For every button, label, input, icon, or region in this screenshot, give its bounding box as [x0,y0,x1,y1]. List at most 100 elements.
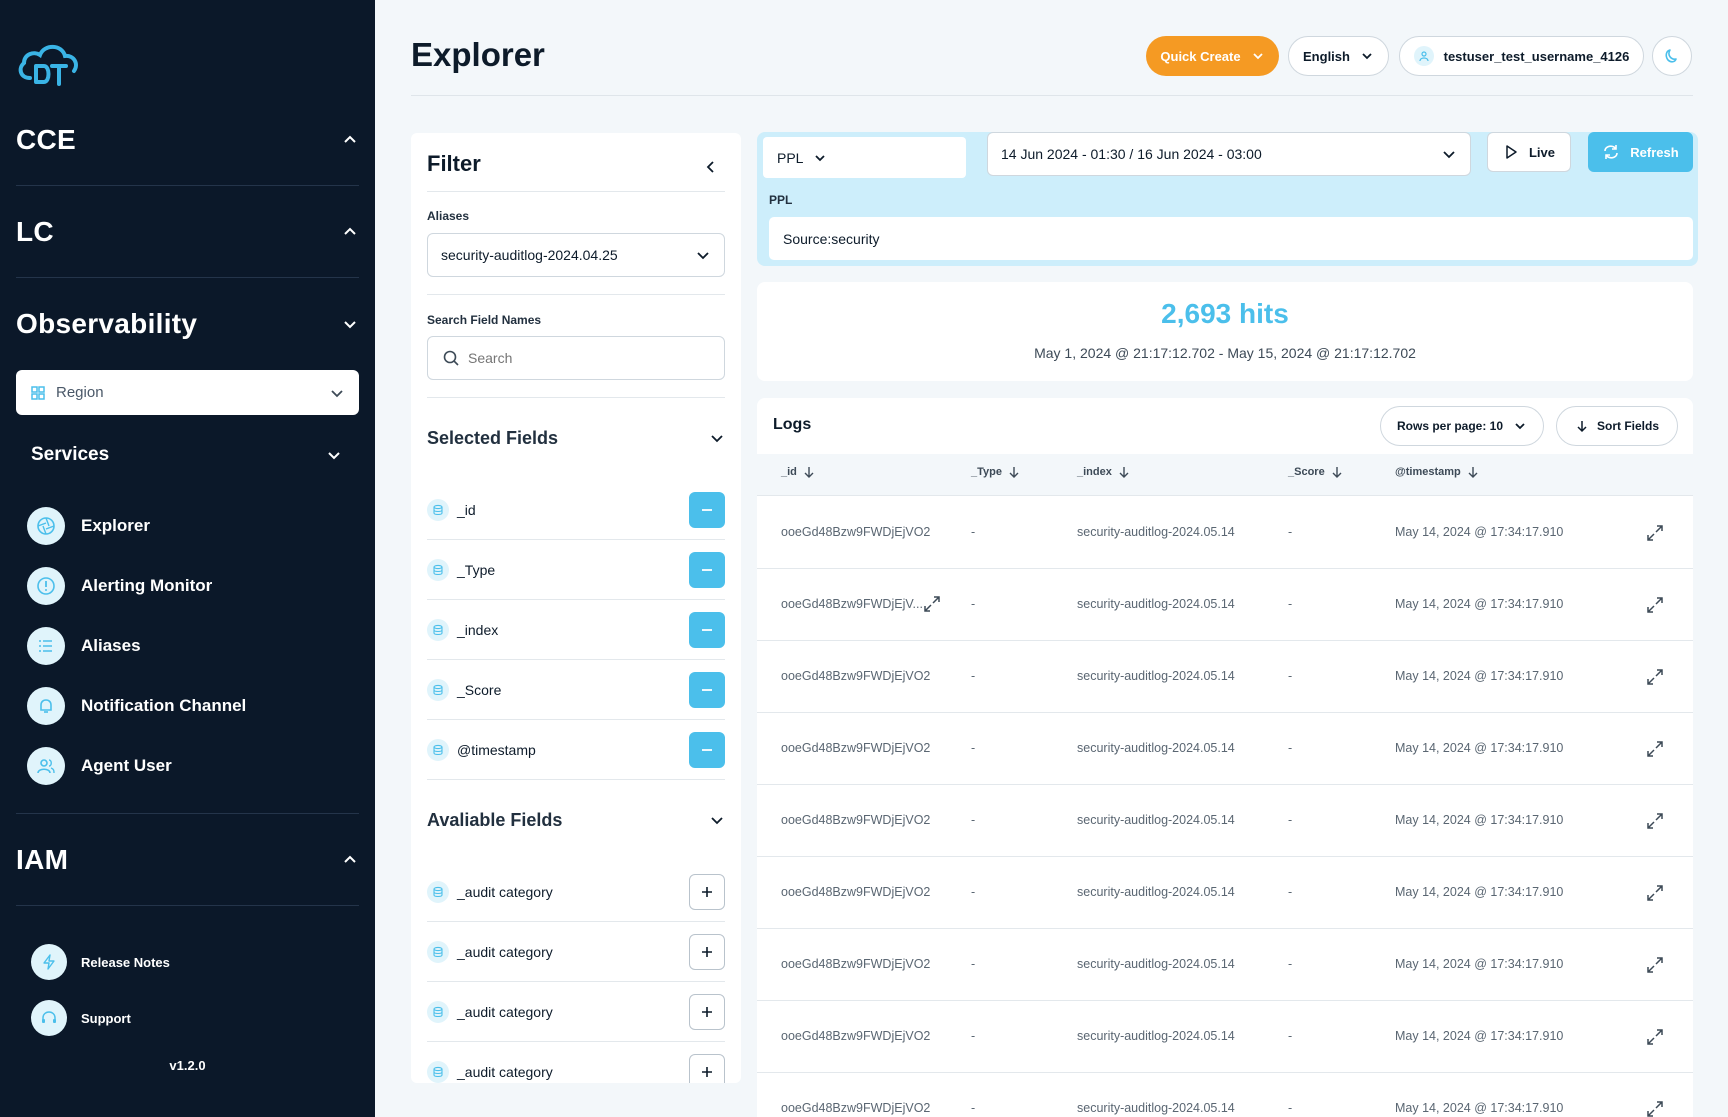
expand-row-icon[interactable] [1646,524,1664,542]
section-cce[interactable]: CCE [16,94,359,186]
ppl-query-input[interactable]: Source:security [769,217,1693,260]
remove-field-button[interactable] [689,731,725,768]
release-notes-link[interactable]: Release Notes [31,943,170,981]
cell-score: - [1288,741,1293,755]
chevron-left-icon[interactable] [701,157,721,177]
hits-range: May 1, 2024 @ 21:17:12.702 - May 15, 202… [1034,345,1416,361]
sidebar-item-label: Alerting Monitor [81,576,213,595]
rows-per-page-select[interactable]: Rows per page: 10 [1380,406,1544,446]
arrow-down-icon [1119,467,1129,478]
table-row: ooeGd48Bzw9FWDjEjV... - security-auditlog-… [757,569,1693,641]
cloud-logo-icon [18,44,78,86]
column-header-index[interactable]: _index [1077,466,1130,478]
region-placeholder: Region [56,384,104,401]
field-name: _audit category [457,1003,553,1020]
support-link[interactable]: Support [31,999,131,1037]
table-row: ooeGd48Bzw9FWDjEjVO2 - security-auditlog-2… [757,641,1693,713]
add-field-button[interactable] [689,993,725,1030]
cell-score: - [1288,1029,1293,1043]
selected-fields-toggle[interactable]: Selected Fields [427,423,725,453]
cell-index: security-auditlog-2024.05.14 [1077,597,1235,611]
expand-row-icon[interactable] [1646,812,1664,830]
lightning-icon [31,944,67,980]
search-field-box [427,336,725,380]
cell-timestamp: May 14, 2024 @ 17:34:17.910 [1395,1101,1564,1115]
aliases-select[interactable]: security-auditlog-2024.04.25 [427,233,725,277]
date-range-picker[interactable]: 14 Jun 2024 - 01:30 / 16 Jun 2024 - 03:0… [987,132,1471,176]
column-label: _index [1077,466,1112,478]
expand-row-icon[interactable] [1646,668,1664,686]
available-fields-toggle[interactable]: Avaliable Fields [427,805,725,835]
aliases-label: Aliases [427,209,470,223]
sidebar-item-alerting-monitor[interactable]: Alerting Monitor [27,566,212,606]
remove-field-button[interactable] [689,671,725,708]
section-iam[interactable]: IAM [16,814,359,906]
remove-field-button[interactable] [689,491,725,528]
add-field-button[interactable] [689,1053,725,1083]
cell-index: security-auditlog-2024.05.14 [1077,957,1235,971]
database-icon [427,498,449,521]
expand-cell-icon[interactable] [923,595,941,613]
sidebar-item-label: Notification Channel [81,696,247,715]
cell-score: - [1288,525,1293,539]
live-button[interactable]: Live [1487,132,1571,172]
add-field-button[interactable] [689,873,725,910]
chevron-down-icon [815,154,826,161]
column-header-id[interactable]: _id [781,466,815,478]
column-header-timestamp[interactable]: @timestamp [1395,466,1479,478]
remove-field-button[interactable] [689,611,725,648]
section-lc[interactable]: LC [16,186,359,278]
cell-id: ooeGd48Bzw9FWDjEjVO2 [781,885,931,899]
cell-type: - [971,669,976,683]
query-language-select[interactable]: PPL [763,137,966,178]
available-fields-title: Avaliable Fields [427,809,563,830]
expand-row-icon[interactable] [1646,1100,1664,1117]
table-row: ooeGd48Bzw9FWDjEjVO2 - security-auditlog-2… [757,713,1693,785]
search-input[interactable] [468,350,698,366]
refresh-button[interactable]: Refresh [1588,132,1693,172]
cell-score: - [1288,957,1293,971]
cell-index: security-auditlog-2024.05.14 [1077,885,1235,899]
expand-row-icon[interactable] [1646,740,1664,758]
section-observability[interactable]: Observability [16,278,359,370]
language-label: English [1303,48,1350,64]
remove-field-button[interactable] [689,551,725,588]
user-menu[interactable]: testuser_test_username_4126 [1399,36,1644,76]
sidebar-item-agent-user[interactable]: Agent User [27,746,172,786]
column-header-score[interactable]: _Score [1288,466,1343,478]
cell-type: - [971,885,976,899]
sidebar-item-notification-channel[interactable]: Notification Channel [27,686,246,726]
cell-type: - [971,741,976,755]
section-title: CCE [16,123,77,155]
expand-row-icon[interactable] [1646,596,1664,614]
plus-icon [702,886,712,897]
expand-row-icon[interactable] [1646,956,1664,974]
quick-create-button[interactable]: Quick Create [1146,36,1279,76]
add-field-button[interactable] [689,933,725,970]
services-toggle[interactable]: Services [31,440,343,470]
sidebar-item-explorer[interactable]: Explorer [27,506,150,546]
plus-icon [702,946,712,957]
cell-id: ooeGd48Bzw9FWDjEjVO2 [781,957,931,971]
sort-fields-button[interactable]: Sort Fields [1556,406,1678,446]
database-icon [427,618,449,641]
arrow-down-icon [804,467,814,478]
chevron-down-icon [1252,53,1263,60]
query-language-label: PPL [777,149,804,166]
expand-row-icon[interactable] [1646,1028,1664,1046]
language-select[interactable]: English [1288,36,1389,76]
sidebar-item-aliases[interactable]: Aliases [27,626,141,666]
database-icon [427,678,449,701]
theme-toggle-button[interactable] [1652,36,1692,76]
divider [427,191,725,192]
cell-id: ooeGd48Bzw9FWDjEjVO2 [781,669,931,683]
aliases-value: security-auditlog-2024.04.25 [441,247,618,263]
database-icon [427,1000,449,1023]
expand-row-icon[interactable] [1646,884,1664,902]
divider [427,294,725,295]
cell-id: ooeGd48Bzw9FWDjEjVO2 [781,741,931,755]
divider [427,397,725,398]
logs-title: Logs [773,416,812,433]
region-select[interactable]: Region [16,370,359,415]
column-header-type[interactable]: _Type [971,466,1020,478]
